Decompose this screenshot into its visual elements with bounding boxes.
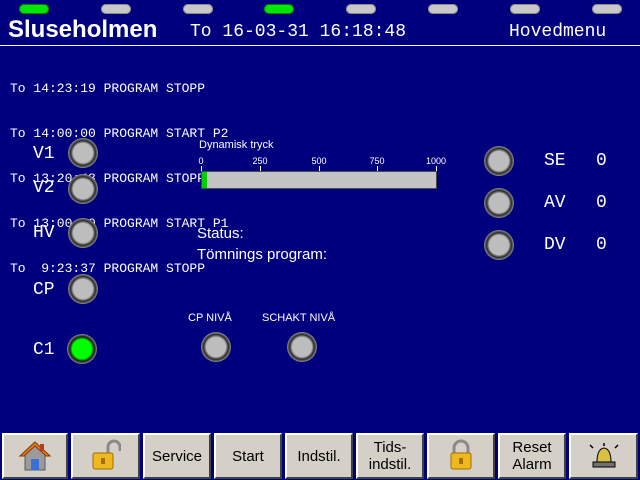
se-indicator bbox=[484, 146, 514, 176]
counter-value-dv: 0 bbox=[596, 235, 607, 255]
log-entry: To 9:23:37 PROGRAM STOPP bbox=[10, 261, 206, 276]
pressure-gauge-fill bbox=[202, 172, 207, 188]
top-indicator-1 bbox=[19, 4, 49, 14]
valve-label-v1: V1 bbox=[33, 144, 55, 164]
service-button[interactable]: Service bbox=[143, 433, 211, 479]
page-title: Sluseholmen bbox=[8, 16, 158, 43]
indstil-button-label: Indstil. bbox=[297, 447, 341, 465]
lock-button[interactable] bbox=[427, 433, 495, 479]
valve-label-v2: V2 bbox=[33, 178, 55, 198]
top-indicator-3 bbox=[183, 4, 213, 14]
lamp-cp-indicator bbox=[68, 274, 98, 304]
counter-value-se: 0 bbox=[596, 151, 607, 171]
start-button-label: Start bbox=[232, 447, 264, 465]
status-label: Status: bbox=[197, 225, 244, 242]
lamp-hv-indicator bbox=[68, 218, 98, 248]
alarm-bell-icon bbox=[588, 443, 619, 468]
lamp-v1-indicator bbox=[68, 138, 98, 168]
reset-alarm-button[interactable]: Reset Alarm bbox=[498, 433, 566, 479]
valve-label-cp: CP bbox=[33, 280, 55, 300]
log-entry: To 14:00:00 PROGRAM START P2 bbox=[10, 126, 229, 141]
gauge-tick-label: 0 bbox=[198, 156, 204, 166]
tidsindstil-button-label: Tids- indstil. bbox=[368, 439, 412, 473]
gauge-tick-label: 750 bbox=[369, 156, 385, 166]
top-indicator-5 bbox=[346, 4, 376, 14]
program-label: Tömnings program: bbox=[197, 246, 328, 263]
gauge-tick-label: 500 bbox=[311, 156, 327, 166]
event-log: To 14:23:19 PROGRAM STOPP To 14:00:00 PR… bbox=[10, 51, 228, 291]
start-button[interactable]: Start bbox=[214, 433, 282, 479]
av-indicator bbox=[484, 188, 514, 218]
service-button-label: Service bbox=[151, 447, 203, 465]
cp-level-indicator bbox=[201, 332, 231, 362]
top-indicator-7 bbox=[510, 4, 540, 14]
counter-label-dv: DV bbox=[544, 235, 566, 255]
lamp-c1-indicator bbox=[67, 334, 97, 364]
top-indicator-6 bbox=[428, 4, 458, 14]
top-indicator-4 bbox=[264, 4, 294, 14]
gauge-title: Dynamisk tryck bbox=[199, 139, 274, 151]
top-indicator-2 bbox=[101, 4, 131, 14]
top-indicator-8 bbox=[592, 4, 622, 14]
home-button[interactable] bbox=[2, 433, 68, 479]
cp-level-label: CP NIVÅ bbox=[188, 312, 232, 324]
schakt-level-label: SCHAKT NIVÅ bbox=[262, 312, 336, 324]
lamp-v2-indicator bbox=[68, 174, 98, 204]
unlock-icon bbox=[92, 439, 121, 470]
valve-label-hv: HV bbox=[33, 223, 55, 243]
home-icon bbox=[18, 441, 52, 471]
reset-alarm-button-label: Reset Alarm bbox=[512, 439, 552, 473]
main-menu-link[interactable]: Hovedmenu bbox=[509, 21, 606, 43]
valve-label-c1: C1 bbox=[33, 340, 55, 360]
dv-indicator bbox=[484, 230, 514, 260]
gauge-tick-label: 250 bbox=[252, 156, 268, 166]
current-datetime: To 16-03-31 16:18:48 bbox=[190, 22, 407, 42]
alarm-button[interactable] bbox=[569, 433, 638, 479]
schakt-level-indicator bbox=[287, 332, 317, 362]
counter-label-se: SE bbox=[544, 151, 566, 171]
lock-icon bbox=[450, 439, 472, 470]
pressure-gauge-bar bbox=[201, 171, 437, 189]
header-divider bbox=[0, 45, 640, 46]
counter-label-av: AV bbox=[544, 193, 566, 213]
counter-value-av: 0 bbox=[596, 193, 607, 213]
unlock-button[interactable] bbox=[71, 433, 140, 479]
gauge-tick-label: 1000 bbox=[425, 156, 447, 166]
tidsindstil-button[interactable]: Tids- indstil. bbox=[356, 433, 424, 479]
log-entry: To 14:23:19 PROGRAM STOPP bbox=[10, 81, 206, 96]
indstil-button[interactable]: Indstil. bbox=[285, 433, 353, 479]
